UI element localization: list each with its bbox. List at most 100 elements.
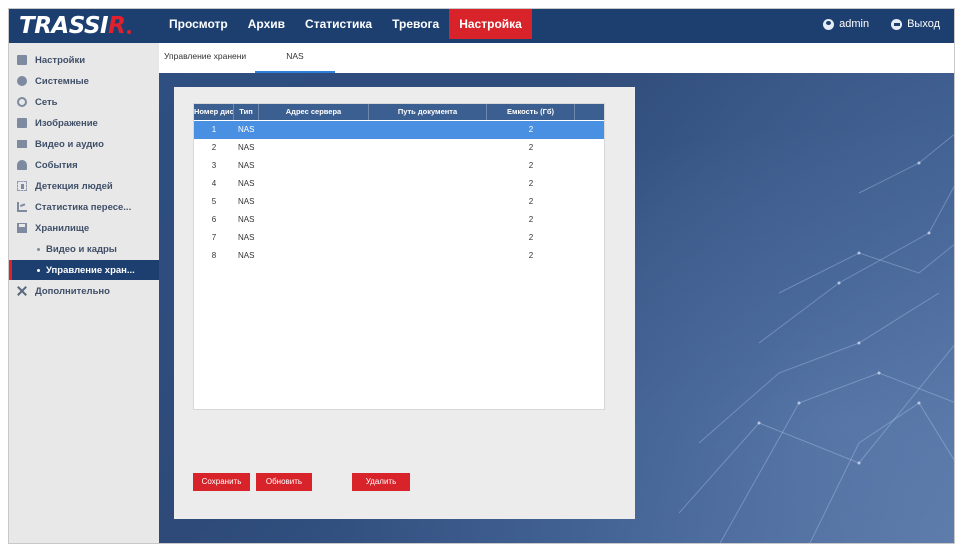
refresh-button[interactable]: Обновить — [256, 473, 312, 491]
sidebar-item-label: Видео и аудио — [35, 138, 104, 150]
column-header-type: Тип — [234, 104, 259, 120]
sidebar-item-label: Детекция людей — [35, 180, 113, 192]
table-body: 1 NAS 2 2 NAS 2 3 NAS 2 4 NAS 2 5 NAS 2 … — [194, 121, 604, 265]
cell-disk-number: 7 — [211, 233, 217, 242]
statistics-icon — [17, 202, 27, 212]
tab-bar: Управление хранени NAS — [159, 43, 954, 73]
user-icon — [823, 18, 835, 30]
sidebar-item-label: Видео и кадры — [46, 243, 117, 255]
nav-settings[interactable]: Настройка — [449, 9, 532, 39]
sidebar-subitem-video-frames[interactable]: Видео и кадры — [9, 239, 159, 259]
image-icon — [17, 118, 27, 128]
sidebar-item-events[interactable]: События — [9, 155, 159, 175]
cell-server-address — [259, 247, 369, 265]
logout-label: Выход — [907, 18, 940, 30]
tools-icon — [17, 286, 27, 296]
table-header: Номер диска Тип Адрес сервера Путь докум… — [194, 104, 604, 120]
cell-server-address — [259, 211, 369, 229]
table-row[interactable]: 2 NAS 2 — [194, 139, 604, 157]
cell-disk-number: 1 — [211, 125, 217, 134]
cell-capacity: 2 — [528, 251, 534, 260]
cell-disk-number: 6 — [211, 215, 217, 224]
cell-disk-number: 2 — [211, 143, 217, 152]
system-icon — [17, 76, 27, 86]
sidebar-item-video-audio[interactable]: Видео и аудио — [9, 134, 159, 154]
sidebar-item-settings[interactable]: Настройки — [9, 50, 159, 70]
storage-icon — [17, 223, 27, 233]
cell-server-address — [259, 175, 369, 193]
cell-capacity: 2 — [528, 179, 534, 188]
tab-storage-management[interactable]: Управление хранени — [164, 43, 254, 73]
tab-nas[interactable]: NAS — [255, 43, 335, 73]
sidebar-item-label: Изображение — [35, 117, 98, 129]
sidebar-item-label: Системные — [35, 75, 89, 87]
sidebar-item-advanced[interactable]: Дополнительно — [9, 281, 159, 301]
cell-disk-number: 3 — [211, 161, 217, 170]
content-area: Управление хранени NAS Номер диска Тип А… — [159, 43, 954, 543]
sidebar-item-image[interactable]: Изображение — [9, 113, 159, 133]
sidebar-item-label: Хранилище — [35, 222, 90, 234]
logout-icon — [891, 18, 903, 30]
cell-document-path — [369, 121, 487, 139]
network-icon — [17, 97, 27, 107]
nav-archive[interactable]: Архив — [238, 9, 295, 39]
sidebar-item-label: Сеть — [35, 96, 58, 108]
nav-statistics[interactable]: Статистика — [295, 9, 382, 39]
table-row[interactable]: 4 NAS 2 — [194, 175, 604, 193]
cell-capacity: 2 — [528, 143, 534, 152]
sidebar-item-label: Управление хран... — [46, 264, 135, 276]
sidebar-item-system[interactable]: Системные — [9, 71, 159, 91]
cell-type: NAS — [238, 197, 255, 206]
cell-capacity: 2 — [528, 197, 534, 206]
table-row[interactable]: 1 NAS 2 — [194, 121, 604, 139]
nav-view[interactable]: Просмотр — [159, 9, 238, 39]
sidebar-item-label: Статистика пересе... — [35, 201, 132, 213]
cell-capacity: 2 — [528, 215, 534, 224]
table-row[interactable]: 7 NAS 2 — [194, 229, 604, 247]
table-row[interactable]: 3 NAS 2 — [194, 157, 604, 175]
people-detection-icon — [17, 181, 27, 191]
column-header-capacity: Емкость (Гб) — [487, 104, 575, 120]
nas-table: Номер диска Тип Адрес сервера Путь докум… — [193, 103, 605, 410]
sidebar-item-people-detection[interactable]: Детекция людей — [9, 176, 159, 196]
cell-server-address — [259, 139, 369, 157]
table-row[interactable]: 5 NAS 2 — [194, 193, 604, 211]
cell-type: NAS — [238, 179, 255, 188]
column-header-disk-number: Номер диска — [194, 104, 234, 120]
cell-type: NAS — [238, 143, 255, 152]
sidebar-item-storage[interactable]: Хранилище — [9, 218, 159, 238]
sidebar-item-statistics[interactable]: Статистика пересе... — [9, 197, 159, 217]
bullet-icon — [37, 247, 40, 251]
nav-alarm[interactable]: Тревога — [382, 9, 449, 39]
cell-capacity: 2 — [528, 233, 534, 242]
sidebar-item-label: Дополнительно — [35, 285, 110, 297]
app-window: TRASSIR Просмотр Архив Статистика Тревог… — [8, 8, 955, 544]
cell-disk-number: 4 — [211, 179, 217, 188]
save-button[interactable]: Сохранить — [193, 473, 250, 491]
cell-document-path — [369, 211, 487, 229]
cell-server-address — [259, 157, 369, 175]
cell-document-path — [369, 229, 487, 247]
cell-capacity: 2 — [528, 161, 534, 170]
user-name: admin — [839, 18, 870, 30]
cell-type: NAS — [238, 233, 255, 242]
user-button[interactable]: admin — [823, 18, 869, 30]
sidebar-item-network[interactable]: Сеть — [9, 92, 159, 112]
cell-disk-number: 8 — [211, 251, 217, 260]
settings-icon — [17, 55, 27, 65]
sidebar: Настройки Системные Сеть Изображение Вид… — [9, 43, 159, 543]
column-header-document-path: Путь документа — [369, 104, 487, 120]
video-audio-icon — [17, 140, 27, 148]
table-row[interactable]: 6 NAS 2 — [194, 211, 604, 229]
sidebar-subitem-storage-management[interactable]: Управление хран... — [9, 260, 159, 280]
cell-type: NAS — [238, 125, 255, 134]
delete-button[interactable]: Удалить — [352, 473, 410, 491]
logout-button[interactable]: Выход — [891, 18, 940, 30]
cell-disk-number: 5 — [211, 197, 217, 206]
table-row[interactable]: 8 NAS 2 — [194, 247, 604, 265]
cell-document-path — [369, 247, 487, 265]
top-bar: TRASSIR Просмотр Архив Статистика Тревог… — [9, 9, 954, 43]
cell-type: NAS — [238, 215, 255, 224]
sidebar-item-label: События — [35, 159, 78, 171]
cell-document-path — [369, 157, 487, 175]
